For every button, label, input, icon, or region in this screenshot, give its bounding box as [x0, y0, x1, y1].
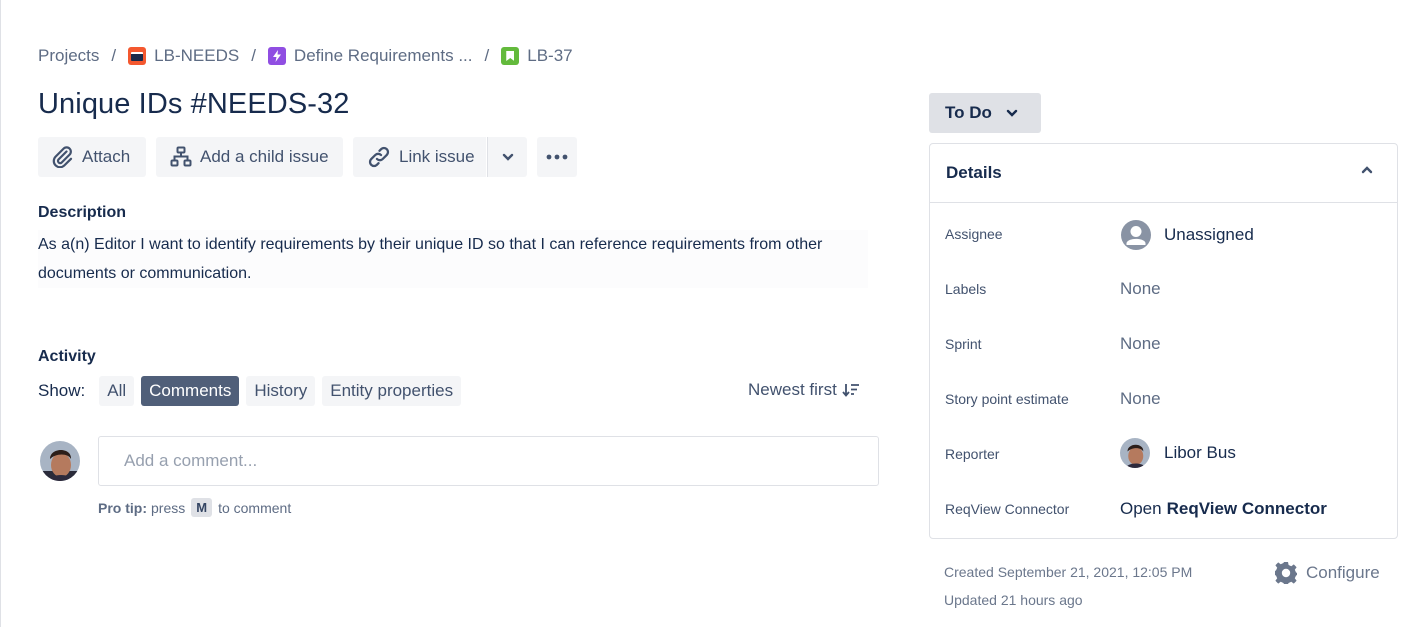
pro-tip-label: Pro tip:	[98, 499, 147, 516]
add-child-issue-label: Add a child issue	[200, 147, 329, 166]
filter-all[interactable]: All	[99, 376, 135, 406]
comment-placeholder: Add a comment...	[124, 451, 258, 470]
field-label-assignee: Assignee	[945, 226, 1003, 242]
configure-label: Configure	[1306, 563, 1380, 582]
filter-history[interactable]: History	[246, 376, 316, 406]
details-panel: Details Assignee Unassigned Labels None …	[929, 143, 1398, 539]
breadcrumb-separator: /	[251, 46, 256, 65]
reqview-connector-name: ReqView Connector	[1166, 499, 1327, 518]
created-date: Created September 21, 2021, 12:05 PM	[944, 564, 1193, 580]
pro-tip-press: press	[151, 499, 186, 516]
breadcrumb-projects-label[interactable]: Projects	[38, 46, 99, 66]
reporter-avatar	[1120, 438, 1150, 468]
unassigned-avatar-icon	[1121, 220, 1151, 250]
link-issue-button[interactable]: Link issue	[353, 137, 486, 177]
configure-button[interactable]: Configure	[1274, 561, 1380, 585]
field-label-story-points: Story point estimate	[945, 391, 1069, 407]
field-label-reporter: Reporter	[945, 446, 1000, 462]
details-header[interactable]: Details	[930, 144, 1397, 203]
breadcrumb-projects[interactable]: Projects	[38, 46, 99, 66]
gear-icon	[1275, 562, 1297, 584]
chevron-down-icon	[1006, 109, 1018, 117]
breadcrumb-issue-label[interactable]: LB-37	[527, 46, 572, 66]
status-dropdown[interactable]: To Do	[929, 93, 1041, 133]
chevron-down-icon	[502, 153, 513, 161]
epic-lightning-icon	[267, 47, 286, 65]
breadcrumb-project-label[interactable]: LB-NEEDS	[154, 46, 239, 66]
assignee-name: Unassigned	[1164, 225, 1254, 244]
field-label-labels: Labels	[945, 281, 987, 297]
sort-order-label: Newest first	[748, 380, 837, 399]
link-issue-dropdown-button[interactable]	[487, 137, 527, 177]
sort-descending-icon	[842, 384, 859, 397]
sprint-value[interactable]: None	[1120, 334, 1161, 354]
show-label: Show:	[38, 381, 86, 400]
pro-tip: Pro tip: press M to comment	[98, 498, 291, 517]
project-icon	[128, 47, 147, 65]
labels-value[interactable]: None	[1120, 279, 1161, 299]
description-heading: Description	[38, 204, 127, 221]
filter-comments[interactable]: Comments	[141, 376, 240, 406]
breadcrumb: Projects / LB-NEEDS / Define Requirement…	[38, 44, 573, 68]
reqview-connector-link[interactable]: Open ReqView Connector	[1120, 499, 1327, 519]
comment-input[interactable]: Add a comment...	[98, 436, 879, 486]
link-issue-label: Link issue	[399, 147, 475, 166]
breadcrumb-separator: /	[484, 46, 490, 65]
story-bookmark-icon	[501, 47, 520, 65]
more-toolbar-button[interactable]	[537, 137, 577, 177]
status-label: To Do	[945, 103, 992, 122]
paperclip-icon	[52, 146, 73, 168]
shortcut-key: M	[191, 498, 213, 517]
more-icon	[546, 154, 568, 160]
attach-button[interactable]: Attach	[38, 137, 146, 177]
activity-heading: Activity	[38, 348, 96, 365]
description-text[interactable]: As a(n) Editor I want to identify requir…	[38, 230, 868, 288]
page-left-border	[0, 0, 1, 627]
activity-filter-row: Show: All Comments History Entity proper…	[38, 376, 468, 406]
attach-label: Attach	[82, 147, 131, 166]
breadcrumb-project[interactable]: LB-NEEDS	[128, 46, 239, 66]
issue-title[interactable]: Unique IDs #NEEDS-32	[38, 88, 349, 121]
reporter-value[interactable]: Libor Bus	[1120, 438, 1236, 468]
pro-tip-rest: to comment	[218, 499, 292, 516]
sort-order-button[interactable]: Newest first	[748, 380, 860, 400]
chevron-up-icon[interactable]	[1361, 166, 1373, 174]
breadcrumb-epic[interactable]: Define Requirements ...	[267, 46, 473, 66]
updated-date: Updated 21 hours ago	[944, 592, 1083, 608]
breadcrumb-separator: /	[111, 46, 117, 65]
add-child-issue-button[interactable]: Add a child issue	[156, 137, 343, 177]
hierarchy-icon	[170, 146, 192, 167]
breadcrumb-epic-label[interactable]: Define Requirements ...	[294, 46, 473, 66]
breadcrumb-issue[interactable]: LB-37	[501, 46, 573, 66]
field-label-reqview-connector: ReqView Connector	[945, 501, 1070, 517]
field-label-sprint: Sprint	[945, 336, 982, 352]
reporter-name: Libor Bus	[1164, 443, 1236, 462]
assignee-value[interactable]: Unassigned	[1120, 219, 1254, 251]
link-icon	[368, 146, 390, 168]
details-heading: Details	[946, 163, 1002, 182]
reqview-open-prefix: Open	[1120, 499, 1162, 518]
current-user-avatar	[40, 441, 80, 481]
story-points-value[interactable]: None	[1120, 389, 1161, 409]
filter-entity-properties[interactable]: Entity properties	[322, 376, 462, 406]
